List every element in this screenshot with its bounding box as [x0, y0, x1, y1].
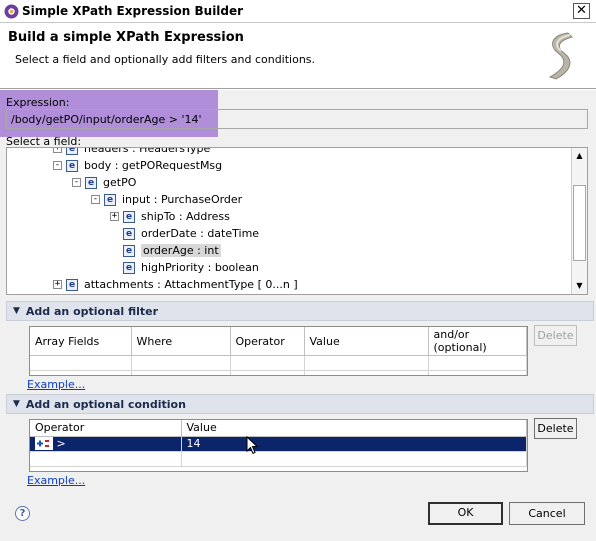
- collapse-icon[interactable]: -: [53, 161, 62, 170]
- tree-item-label: orderDate : dateTime: [141, 227, 260, 240]
- element-icon: e: [85, 176, 97, 189]
- tree-item-orderdate[interactable]: e orderDate : dateTime: [110, 225, 259, 242]
- condition-table[interactable]: Operator Value > 14: [29, 419, 528, 472]
- operator-value: >: [56, 436, 66, 450]
- collapse-icon[interactable]: -: [91, 195, 100, 204]
- element-icon: e: [104, 193, 116, 206]
- tree-item-label: shipTo : Address: [141, 210, 230, 223]
- column-header[interactable]: Where: [131, 327, 231, 356]
- tree-item-label: headers : HeadersType: [84, 147, 211, 155]
- element-icon: e: [66, 148, 78, 155]
- ok-button[interactable]: OK: [428, 502, 503, 525]
- element-icon: e: [123, 210, 135, 223]
- column-header[interactable]: Value: [181, 420, 527, 437]
- tree-item-attachments[interactable]: + e attachments : AttachmentType [ 0...n…: [53, 276, 298, 293]
- tree-item-headers[interactable]: + e headers : HeadersType: [53, 147, 211, 157]
- element-icon: e: [66, 278, 78, 291]
- condition-section-header[interactable]: ▼ Add an optional condition: [6, 394, 594, 414]
- tree-scrollbar[interactable]: ▲ ▼: [571, 148, 587, 294]
- tree-item-label: attachments : AttachmentType [ 0...n ]: [84, 278, 298, 291]
- scroll-up-icon[interactable]: ▲: [574, 150, 585, 161]
- tree-item-highpriority[interactable]: e highPriority : boolean: [110, 259, 259, 276]
- condition-example-link[interactable]: Example...: [27, 474, 85, 487]
- close-icon: ✕: [576, 3, 587, 18]
- table-row[interactable]: [30, 355, 527, 371]
- table-row[interactable]: [30, 370, 527, 375]
- collapse-triangle-icon: ▼: [13, 306, 20, 316]
- expand-icon[interactable]: +: [110, 212, 119, 221]
- element-icon: e: [123, 227, 135, 240]
- tree-item-label: body : getPORequestMsg: [84, 159, 223, 172]
- column-header[interactable]: Operator: [230, 327, 305, 356]
- condition-section-title: Add an optional condition: [25, 397, 186, 411]
- element-icon: e: [123, 244, 135, 257]
- value-cell[interactable]: 14: [181, 436, 527, 452]
- column-header[interactable]: Value: [304, 327, 429, 356]
- tree-item-body[interactable]: - e body : getPORequestMsg: [53, 157, 222, 174]
- tree-item-label: getPO: [103, 176, 137, 189]
- tree-item-orderage[interactable]: e orderAge : int: [110, 242, 221, 259]
- filter-table[interactable]: Array Fields Where Operator Value and/or…: [29, 326, 528, 376]
- table-row[interactable]: [30, 451, 527, 467]
- wizard-logo-icon: [548, 32, 573, 80]
- element-icon: e: [66, 159, 78, 172]
- condition-delete-button[interactable]: Delete: [534, 418, 577, 439]
- tree-item-label: orderAge : int: [141, 244, 221, 257]
- tree-item-label: highPriority : boolean: [141, 261, 259, 274]
- field-tree[interactable]: + e headers : HeadersType - e body : get…: [6, 147, 588, 295]
- collapse-triangle-icon: ▼: [13, 399, 20, 409]
- condition-operator-icon: [35, 437, 53, 451]
- dialog-banner: Build a simple XPath Expression Select a…: [0, 23, 596, 89]
- tree-item-shipto[interactable]: + e shipTo : Address: [110, 208, 230, 225]
- expression-label: Expression:: [6, 96, 70, 109]
- filter-delete-button[interactable]: Delete: [534, 325, 577, 346]
- column-header[interactable]: and/or (optional): [428, 327, 527, 356]
- table-row[interactable]: > 14: [30, 436, 527, 452]
- expand-icon[interactable]: +: [53, 280, 62, 289]
- collapse-icon[interactable]: -: [72, 178, 81, 187]
- mouse-cursor-icon: [246, 436, 259, 455]
- dialog-heading: Build a simple XPath Expression: [8, 30, 244, 45]
- app-icon: [4, 4, 19, 19]
- tree-item-label: input : PurchaseOrder: [122, 193, 243, 206]
- cancel-button[interactable]: Cancel: [509, 502, 585, 525]
- help-icon[interactable]: ?: [15, 506, 30, 521]
- filter-section-header[interactable]: ▼ Add an optional filter: [6, 301, 594, 321]
- dialog-subtitle: Select a field and optionally add filter…: [15, 53, 316, 66]
- operator-cell[interactable]: >: [30, 436, 182, 452]
- dialog-body: Expression: Select a field: + e headers …: [0, 90, 596, 541]
- expand-icon[interactable]: +: [53, 148, 62, 153]
- scroll-down-icon[interactable]: ▼: [574, 280, 585, 291]
- window-title: Simple XPath Expression Builder: [22, 4, 244, 18]
- title-bar: Simple XPath Expression Builder ✕: [0, 0, 596, 23]
- scroll-thumb[interactable]: [573, 185, 586, 261]
- filter-example-link[interactable]: Example...: [27, 378, 85, 391]
- tree-item-input[interactable]: - e input : PurchaseOrder: [91, 191, 242, 208]
- filter-section-title: Add an optional filter: [25, 304, 159, 318]
- tree-item-getpo[interactable]: - e getPO: [72, 174, 136, 191]
- element-icon: e: [123, 261, 135, 274]
- column-header[interactable]: Operator: [30, 420, 182, 437]
- expression-field[interactable]: [6, 109, 588, 129]
- column-header[interactable]: Array Fields: [30, 327, 132, 356]
- close-button[interactable]: ✕: [573, 3, 590, 19]
